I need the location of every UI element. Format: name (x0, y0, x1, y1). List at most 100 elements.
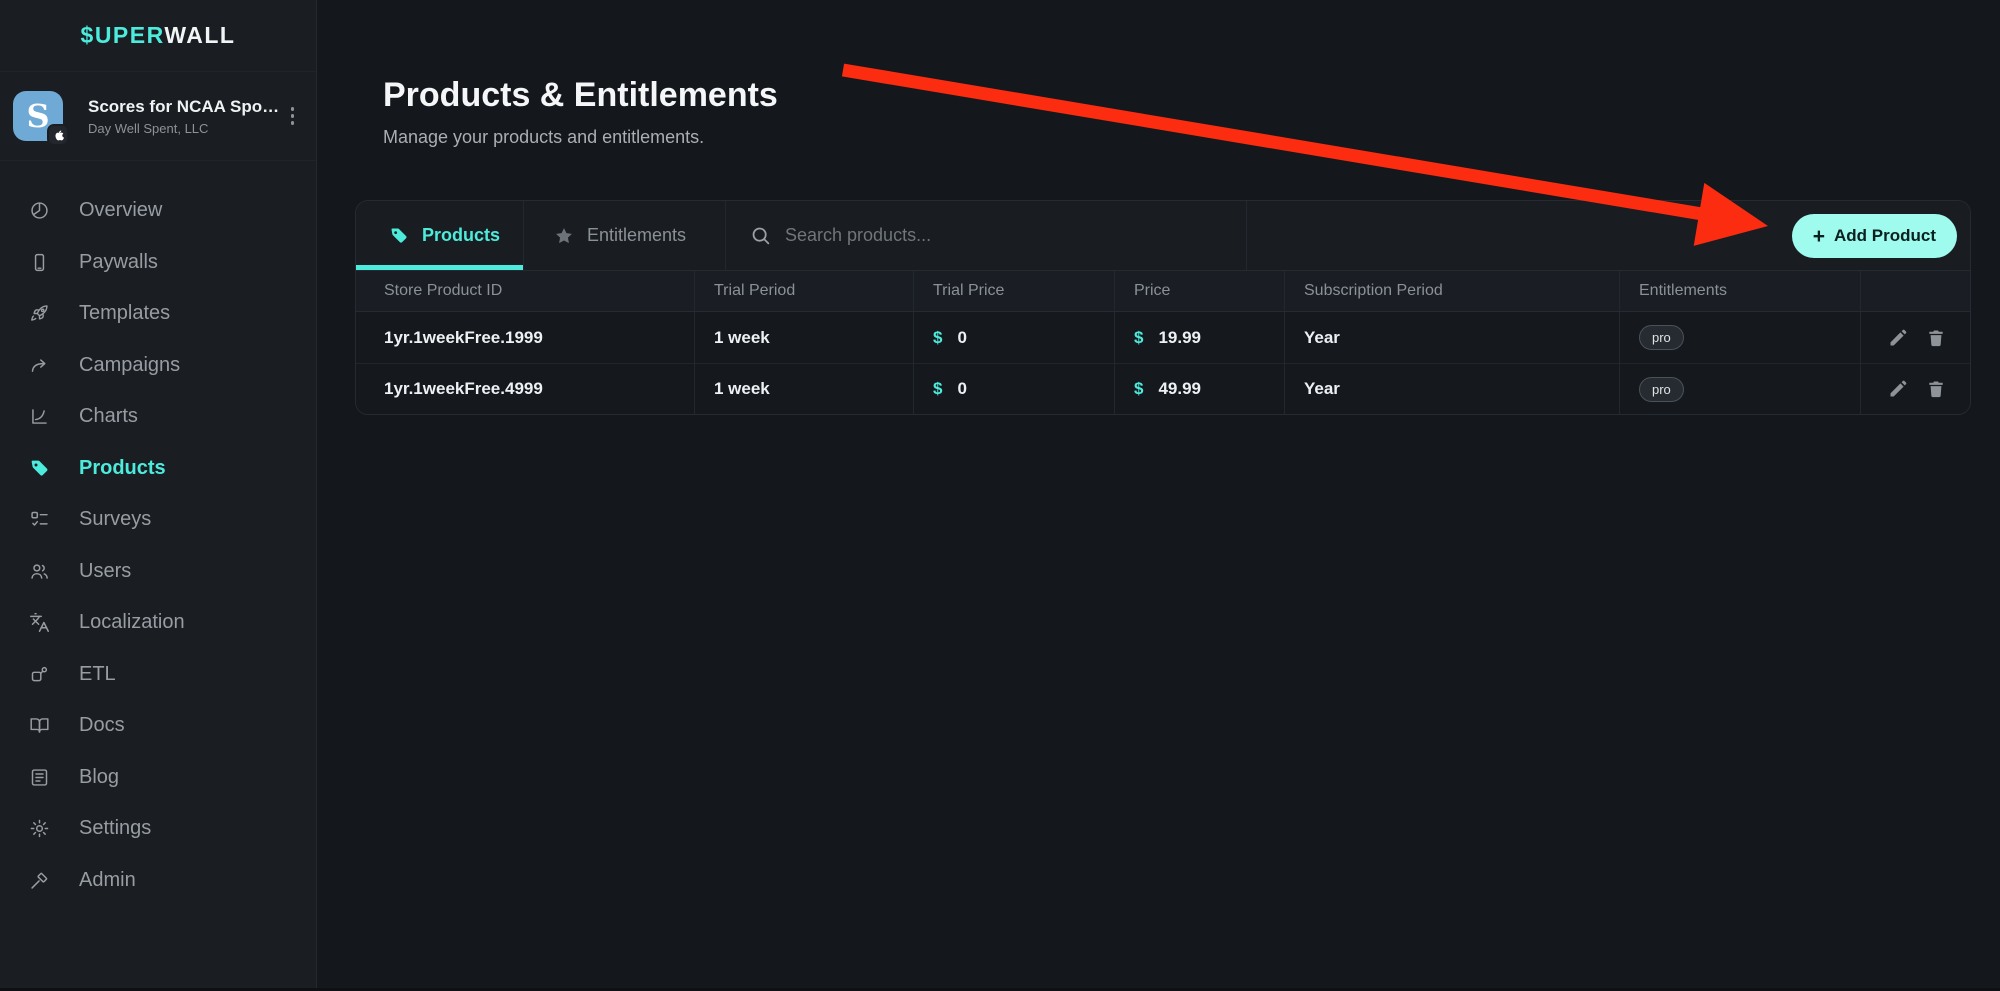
sidebar-item-admin[interactable]: Admin (0, 855, 316, 907)
cell-actions (1860, 312, 1970, 363)
search-input[interactable] (785, 225, 1205, 246)
delete-button[interactable] (1926, 379, 1946, 399)
app-icon: S (13, 91, 63, 141)
cell-actions (1860, 364, 1970, 414)
page-subtitle: Manage your products and entitlements. (383, 127, 704, 148)
apple-platform-icon (47, 124, 69, 146)
users-icon (29, 561, 50, 582)
templates-icon (29, 303, 50, 324)
currency-symbol: $ (933, 379, 942, 399)
products-card: Products Entitlements + Add Product Stor… (355, 200, 1971, 415)
trash-icon (1926, 328, 1946, 348)
sidebar-item-label: Users (79, 560, 131, 583)
delete-button[interactable] (1926, 328, 1946, 348)
sidebar-item-paywalls[interactable]: Paywalls (0, 237, 316, 289)
sidebar-item-docs[interactable]: Docs (0, 700, 316, 752)
add-product-label: Add Product (1834, 226, 1936, 246)
cell-store-product-id: 1yr.1weekFree.1999 (356, 312, 694, 363)
column-header-entitlements: Entitlements (1619, 271, 1860, 311)
tab-label: Products (422, 225, 500, 246)
sidebar-item-localization[interactable]: Localization (0, 597, 316, 649)
cell-price: $49.99 (1114, 364, 1284, 414)
page-title: Products & Entitlements (383, 76, 778, 115)
sidebar-item-label: Admin (79, 869, 136, 892)
search-icon (750, 225, 771, 246)
edit-button[interactable] (1888, 328, 1908, 348)
trial-price-value: 0 (957, 328, 966, 348)
currency-symbol: $ (1134, 328, 1143, 348)
cell-subscription-period: Year (1284, 364, 1619, 414)
currency-symbol: $ (933, 328, 942, 348)
sidebar-item-surveys[interactable]: Surveys (0, 494, 316, 546)
sidebar: $UPERWALL S Scores for NCAA Spo… Day Wel… (0, 0, 317, 991)
sidebar-item-label: Surveys (79, 508, 151, 531)
sidebar-nav: Overview Paywalls Templates Campaigns Ch… (0, 185, 316, 906)
sidebar-item-blog[interactable]: Blog (0, 752, 316, 804)
cell-subscription-period: Year (1284, 312, 1619, 363)
localization-icon (29, 612, 50, 633)
add-product-button[interactable]: + Add Product (1792, 214, 1957, 258)
app-selector[interactable]: S Scores for NCAA Spo… Day Well Spent, L… (0, 72, 316, 161)
sidebar-item-label: Products (79, 457, 166, 480)
sidebar-item-label: Blog (79, 766, 119, 789)
brand-logo: $UPERWALL (0, 0, 316, 72)
tab-entitlements[interactable]: Entitlements (524, 201, 726, 270)
sidebar-item-label: Charts (79, 405, 138, 428)
column-header-trial-period: Trial Period (694, 271, 913, 311)
charts-icon (29, 406, 50, 427)
trial-price-value: 0 (957, 379, 966, 399)
table-row: 1yr.1weekFree.4999 1 week $0 $49.99 Year… (356, 363, 1970, 414)
price-value: 19.99 (1158, 328, 1201, 348)
plus-icon: + (1813, 226, 1825, 247)
blog-icon (29, 767, 50, 788)
column-header-subscription-period: Subscription Period (1284, 271, 1619, 311)
cell-price: $19.99 (1114, 312, 1284, 363)
kebab-menu-icon[interactable] (287, 101, 299, 131)
star-icon (554, 226, 574, 246)
sidebar-item-label: Campaigns (79, 354, 180, 377)
tag-icon (29, 458, 50, 479)
tab-label: Entitlements (587, 225, 686, 246)
overview-icon (29, 200, 50, 221)
edit-button[interactable] (1888, 379, 1908, 399)
column-header-trial-price: Trial Price (913, 271, 1114, 311)
sidebar-item-templates[interactable]: Templates (0, 288, 316, 340)
brand-logo-rest: WALL (164, 22, 235, 48)
sidebar-item-charts[interactable]: Charts (0, 391, 316, 443)
column-header-store-product-id: Store Product ID (356, 271, 694, 311)
tag-icon (389, 226, 409, 246)
paywalls-icon (29, 252, 50, 273)
tab-products[interactable]: Products (356, 201, 524, 270)
sidebar-item-campaigns[interactable]: Campaigns (0, 340, 316, 392)
sidebar-item-users[interactable]: Users (0, 546, 316, 598)
app-company: Day Well Spent, LLC (88, 121, 281, 136)
sidebar-item-label: Paywalls (79, 251, 158, 274)
search-box (726, 201, 1247, 270)
currency-symbol: $ (1134, 379, 1143, 399)
admin-icon (29, 870, 50, 891)
cell-trial-period: 1 week (694, 364, 913, 414)
sidebar-item-label: Localization (79, 611, 185, 634)
cell-trial-price: $0 (913, 312, 1114, 363)
price-value: 49.99 (1158, 379, 1201, 399)
table-header-row: Store Product ID Trial Period Trial Pric… (356, 271, 1970, 312)
sidebar-item-label: Overview (79, 199, 162, 222)
column-header-price: Price (1114, 271, 1284, 311)
sidebar-item-label: ETL (79, 663, 116, 686)
table-row: 1yr.1weekFree.1999 1 week $0 $19.99 Year… (356, 312, 1970, 363)
sidebar-item-products[interactable]: Products (0, 443, 316, 495)
sidebar-item-etl[interactable]: ETL (0, 649, 316, 701)
cell-entitlements: pro (1619, 312, 1860, 363)
cell-entitlements: pro (1619, 364, 1860, 414)
column-header-actions (1860, 271, 1970, 311)
cell-trial-period: 1 week (694, 312, 913, 363)
main-content: Products & Entitlements Manage your prod… (317, 0, 2000, 991)
surveys-icon (29, 509, 50, 530)
trash-icon (1926, 379, 1946, 399)
sidebar-item-overview[interactable]: Overview (0, 185, 316, 237)
sidebar-item-label: Templates (79, 302, 170, 325)
etl-icon (29, 664, 50, 685)
brand-logo-accent: $UPER (81, 22, 165, 48)
sidebar-item-settings[interactable]: Settings (0, 803, 316, 855)
docs-icon (29, 715, 50, 736)
